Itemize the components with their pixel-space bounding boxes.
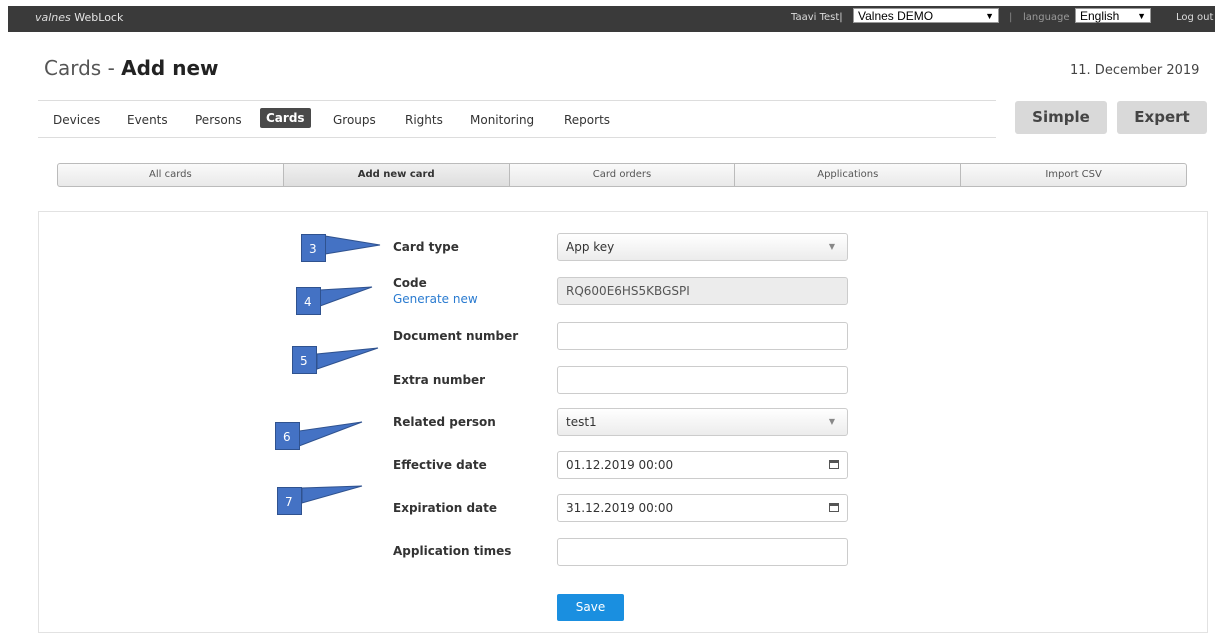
annotation-badge-4: 4 (296, 287, 321, 315)
annotation-arrow-3 (324, 235, 381, 255)
annotation-badge-5: 5 (292, 346, 317, 374)
annotation-badge-3: 3 (301, 234, 326, 262)
annotation-arrow-4 (319, 286, 373, 307)
annotation-arrow-7 (301, 485, 363, 504)
annotation-arrow-6 (298, 421, 363, 447)
annotation-arrow-5 (316, 347, 379, 370)
annotation-badge-7: 7 (277, 487, 302, 515)
annotation-arrows (298, 235, 381, 504)
annotation-badge-6: 6 (275, 422, 300, 450)
